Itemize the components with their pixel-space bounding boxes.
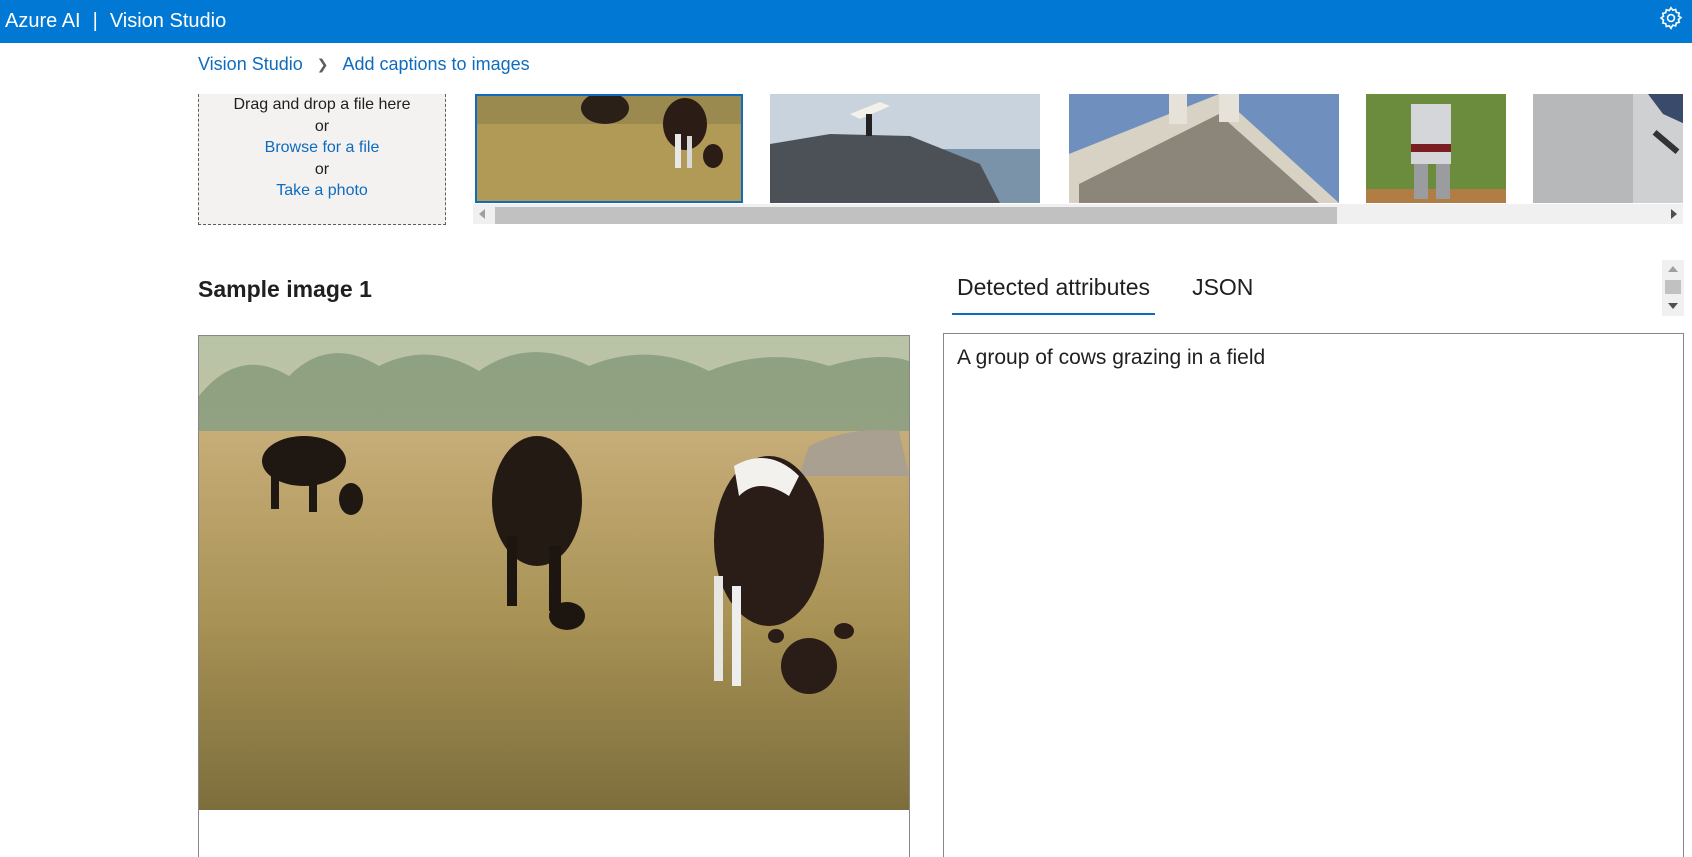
file-drop-zone[interactable]: Drag and drop a file here or Browse for … bbox=[198, 94, 446, 225]
brand-separator: | bbox=[92, 10, 98, 32]
or-text: or bbox=[314, 117, 330, 135]
results-scrollbar[interactable] bbox=[1662, 260, 1684, 316]
scrollbar-thumb[interactable] bbox=[1665, 280, 1681, 294]
tab-json[interactable]: JSON bbox=[1187, 270, 1258, 315]
thumbnails-scrollbar[interactable] bbox=[473, 204, 1683, 224]
caption-text: A group of cows grazing in a field bbox=[957, 346, 1266, 369]
scroll-up-icon[interactable] bbox=[1668, 266, 1678, 272]
sample-image bbox=[199, 336, 909, 810]
tab-detected-attributes[interactable]: Detected attributes bbox=[952, 270, 1156, 315]
thumbnail-surfer[interactable] bbox=[770, 94, 1040, 203]
breadcrumb-item-add-captions[interactable]: Add captions to images bbox=[342, 54, 529, 75]
thumbnail-building[interactable] bbox=[1069, 94, 1339, 203]
brand-secondary[interactable]: Vision Studio bbox=[110, 10, 226, 33]
sample-image-card bbox=[198, 335, 910, 857]
thumbnail-cows[interactable] bbox=[475, 94, 743, 203]
take-photo-link[interactable]: Take a photo bbox=[199, 180, 445, 202]
breadcrumb: Vision Studio ❯ Add captions to images bbox=[198, 54, 530, 75]
brand: Azure AI | Vision Studio bbox=[0, 10, 226, 33]
result-tabs: Detected attributes JSON bbox=[952, 270, 1290, 315]
scroll-right-icon[interactable] bbox=[1671, 209, 1677, 219]
app-header: Azure AI | Vision Studio bbox=[0, 0, 1692, 43]
or-text: or bbox=[314, 160, 330, 178]
scroll-left-icon[interactable] bbox=[479, 209, 485, 219]
sample-image-title: Sample image 1 bbox=[198, 276, 372, 302]
breadcrumb-item-vision-studio[interactable]: Vision Studio bbox=[198, 54, 303, 75]
scrollbar-thumb[interactable] bbox=[495, 207, 1337, 224]
browse-file-link[interactable]: Browse for a file bbox=[199, 137, 445, 159]
gear-icon[interactable] bbox=[1658, 5, 1684, 31]
thumbnail-baseball[interactable] bbox=[1366, 94, 1506, 203]
thumbnail-skateboarder[interactable] bbox=[1533, 94, 1683, 203]
sample-thumbnails bbox=[473, 94, 1683, 203]
caption-result-panel: A group of cows grazing in a field bbox=[943, 333, 1684, 857]
scroll-down-icon[interactable] bbox=[1668, 303, 1678, 309]
brand-primary: Azure AI bbox=[5, 10, 81, 32]
chevron-right-icon: ❯ bbox=[316, 56, 329, 72]
drag-drop-text: Drag and drop a file here bbox=[233, 96, 411, 113]
